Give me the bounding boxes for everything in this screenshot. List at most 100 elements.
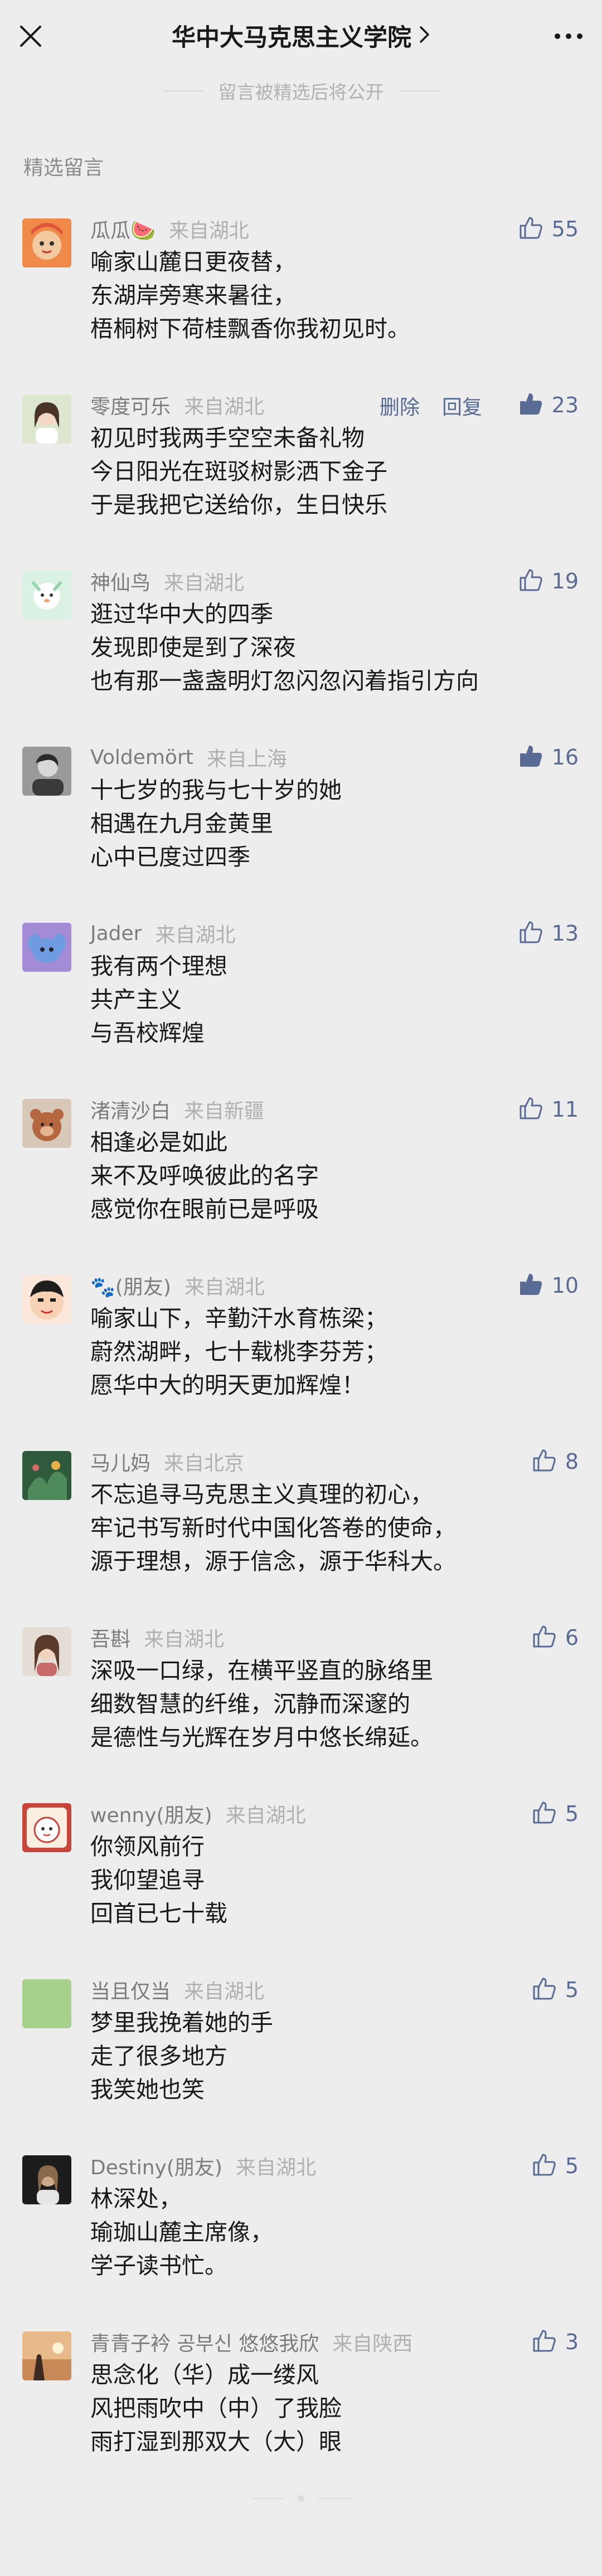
location: 来自湖北 bbox=[184, 396, 265, 418]
like-button[interactable]: 5 bbox=[532, 2152, 579, 2180]
like-count: 55 bbox=[551, 217, 579, 241]
nickname: 马儿妈 bbox=[90, 1452, 151, 1475]
thumbs-up-outline-icon bbox=[532, 1976, 556, 2003]
divider bbox=[318, 2498, 351, 2499]
comment-text: 初见时我两手空空未备礼物 今日阳光在斑驳树影洒下金子 于是我把它送给你，生日快乐 bbox=[90, 425, 387, 518]
like-button[interactable]: 23 bbox=[518, 391, 579, 419]
avatar[interactable] bbox=[22, 2155, 71, 2204]
nickname: 神仙鸟 bbox=[90, 572, 151, 595]
avatar[interactable] bbox=[22, 571, 71, 620]
like-count: 10 bbox=[551, 1273, 579, 1298]
location: 来自湖北 bbox=[168, 220, 249, 242]
more-icon[interactable] bbox=[552, 22, 585, 50]
thumbs-up-outline-icon bbox=[532, 1624, 556, 1651]
like-count: 5 bbox=[565, 1978, 579, 2002]
publish-notice: 留言被精选后将公开 bbox=[0, 71, 602, 110]
avatar[interactable] bbox=[22, 747, 71, 796]
like-count: 16 bbox=[551, 745, 579, 770]
like-button[interactable]: 5 bbox=[532, 1976, 579, 2004]
avatar[interactable] bbox=[22, 1803, 71, 1852]
chevron-right-icon bbox=[419, 25, 430, 46]
nickname: wenny(朋友) bbox=[90, 1804, 212, 1827]
like-count: 19 bbox=[551, 569, 579, 593]
thumbs-up-filled-icon bbox=[518, 392, 543, 418]
location: 来自湖北 bbox=[164, 572, 245, 595]
comment-meta: wenny(朋友) 来自湖北 bbox=[90, 1800, 306, 1828]
comment-item: Jader 来自湖北 13 我有两个理想 共产主义 与吾校辉煌 bbox=[0, 921, 602, 1099]
page-title: 华中大马克思主义学院 bbox=[172, 24, 411, 52]
close-icon[interactable] bbox=[17, 22, 45, 50]
avatar[interactable] bbox=[22, 923, 71, 972]
avatar[interactable] bbox=[22, 218, 71, 267]
like-button[interactable]: 10 bbox=[518, 1272, 579, 1299]
like-button[interactable]: 8 bbox=[532, 1448, 579, 1476]
like-button[interactable]: 3 bbox=[532, 2328, 579, 2356]
comment-meta: Jader 来自湖北 bbox=[90, 919, 236, 947]
comment-item: 渚清沙白 来自新疆 11 相逢必是如此 来不及呼唤彼此的名字 感觉你在眼前已是呼… bbox=[0, 1097, 602, 1275]
location: 来自湖北 bbox=[235, 2156, 316, 2179]
like-count: 8 bbox=[565, 1449, 579, 1474]
like-button[interactable]: 6 bbox=[532, 1624, 579, 1652]
avatar[interactable] bbox=[22, 1979, 71, 2028]
divider bbox=[162, 90, 203, 91]
end-dot bbox=[298, 2495, 304, 2502]
comment-item: 当且仅当 来自湖北 5 梦里我挽着她的手 走了很多地方 我笑她也笑 bbox=[0, 1976, 602, 2155]
like-count: 23 bbox=[551, 393, 579, 417]
comment-item: 吾斟 来自湖北 6 深吸一口绿，在横平竖直的脉络里 细数智慧的纤维，沉静而深邃的… bbox=[0, 1624, 602, 1803]
like-button[interactable]: 5 bbox=[532, 1800, 579, 1828]
avatar[interactable] bbox=[22, 395, 71, 444]
like-button[interactable]: 19 bbox=[518, 567, 579, 595]
comment-text: 十七岁的我与七十岁的她 相遇在九月金黄里 心中已度过四季 bbox=[90, 777, 342, 870]
section-label: 精选留言 bbox=[23, 157, 104, 179]
comment-item: Destiny(朋友) 来自湖北 5 林深处， 瑜珈山麓主席像， 学子读书忙。 bbox=[0, 2152, 602, 2331]
like-button[interactable]: 55 bbox=[518, 215, 579, 243]
comment-text: 逛过华中大的四季 发现即使是到了深夜 也有那一盏盏明灯忽闪忽闪着指引方向 bbox=[90, 601, 479, 694]
avatar[interactable] bbox=[22, 2331, 71, 2380]
like-count: 5 bbox=[565, 2154, 579, 2178]
thumbs-up-outline-icon bbox=[532, 2153, 556, 2179]
end-of-list-indicator bbox=[0, 2495, 602, 2502]
like-count: 13 bbox=[551, 921, 579, 946]
comment-item: Voldemört 来自上海 16 十七岁的我与七十岁的她 相遇在九月金黄里 心… bbox=[0, 745, 602, 923]
nickname: 青青子衿 공부신 悠悠我欣 bbox=[90, 2332, 319, 2355]
avatar[interactable] bbox=[22, 1275, 71, 1324]
comment-meta: 神仙鸟 来自湖北 bbox=[90, 567, 244, 595]
nickname: 吾斟 bbox=[90, 1628, 131, 1651]
thumbs-up-outline-icon bbox=[518, 1096, 543, 1123]
like-button[interactable]: 16 bbox=[518, 743, 579, 771]
thumbs-up-outline-icon bbox=[532, 2329, 556, 2355]
like-count: 11 bbox=[551, 1097, 579, 1122]
nickname: Voldemört bbox=[90, 746, 193, 769]
notice-text: 留言被精选后将公开 bbox=[218, 81, 384, 103]
like-button[interactable]: 13 bbox=[518, 919, 579, 947]
like-count: 5 bbox=[565, 1801, 579, 1826]
comment-text: 你领风前行 我仰望追寻 回首已七十载 bbox=[90, 1833, 227, 1927]
account-title-link[interactable]: 华中大马克思主义学院 bbox=[172, 18, 430, 53]
location: 来自新疆 bbox=[184, 1100, 265, 1123]
comment-item: 青青子衿 공부신 悠悠我欣 来自陕西 3 思念化（华）成一缕风 风把雨吹中（中）… bbox=[0, 2328, 602, 2507]
like-count: 3 bbox=[565, 2330, 579, 2354]
nickname: Jader bbox=[90, 922, 142, 945]
like-button[interactable]: 11 bbox=[518, 1095, 579, 1123]
like-count: 6 bbox=[565, 1625, 579, 1650]
comment-meta: 渚清沙白 来自新疆 bbox=[90, 1095, 264, 1123]
comment-item: 零度可乐 来自湖北 删除 回复 23 初见时我两手空空未备礼物 今日阳光在斑驳树… bbox=[0, 393, 602, 571]
location: 来自湖北 bbox=[184, 1276, 265, 1299]
comment-text: 我有两个理想 共产主义 与吾校辉煌 bbox=[90, 953, 227, 1046]
comment-text: 深吸一口绿，在横平竖直的脉络里 细数智慧的纤维，沉静而深邃的 是德性与光辉在岁月… bbox=[90, 1657, 433, 1751]
comment-text: 梦里我挽着她的手 走了很多地方 我笑她也笑 bbox=[90, 2009, 273, 2103]
comment-text: 喻家山麓日更夜替， 东湖岸旁寒来暑往， 梧桐树下荷桂飘香你我初见时。 bbox=[90, 249, 410, 342]
reply-button[interactable]: 回复 bbox=[442, 391, 482, 419]
avatar[interactable] bbox=[22, 1099, 71, 1148]
comment-item: 🐾(朋友) 来自湖北 10 喻家山下，辛勤汗水育栋梁； 蔚然湖畔，七十载桃李芬芳… bbox=[0, 1272, 602, 1451]
thumbs-up-outline-icon bbox=[532, 1800, 556, 1827]
comment-item: wenny(朋友) 来自湖北 5 你领风前行 我仰望追寻 回首已七十载 bbox=[0, 1800, 602, 1979]
comment-text: 不忘追寻马克思主义真理的初心， 牢记书写新时代中国化答卷的使命， 源于理想，源于… bbox=[90, 1481, 456, 1575]
comment-meta: Destiny(朋友) 来自湖北 bbox=[90, 2152, 316, 2180]
avatar[interactable] bbox=[22, 1627, 71, 1676]
avatar[interactable] bbox=[22, 1451, 71, 1500]
nickname: 🐾(朋友) bbox=[90, 1276, 171, 1299]
comment-text: 林深处， 瑜珈山麓主席像， 学子读书忙。 bbox=[90, 2185, 273, 2279]
thumbs-up-outline-icon bbox=[518, 216, 543, 242]
delete-button[interactable]: 删除 bbox=[380, 391, 420, 419]
